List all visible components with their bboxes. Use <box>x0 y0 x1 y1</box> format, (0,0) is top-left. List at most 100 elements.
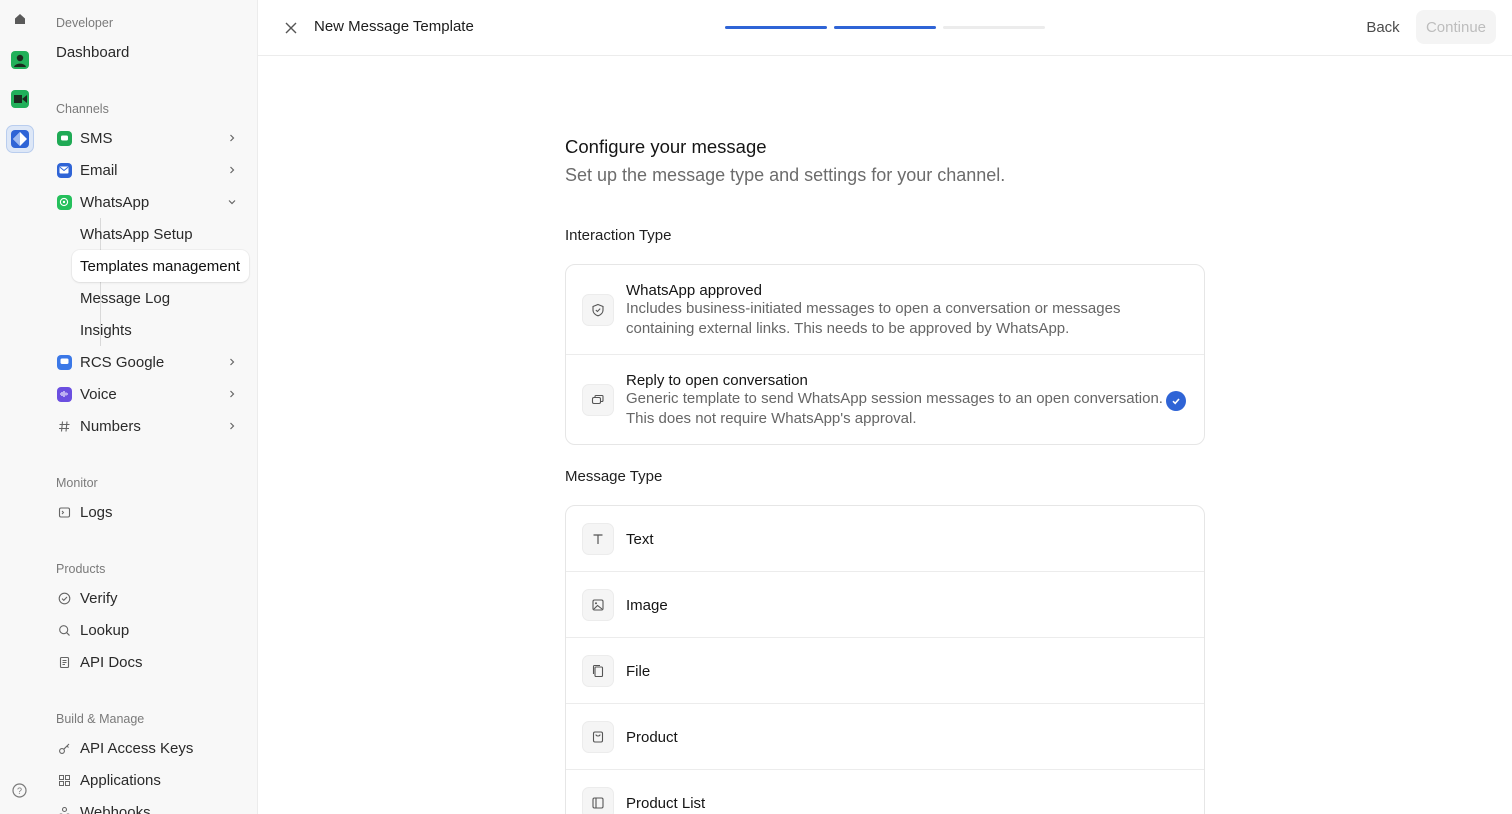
message-type-file[interactable]: File <box>566 638 1204 704</box>
close-icon[interactable] <box>280 17 302 39</box>
page-title: New Message Template <box>314 18 474 35</box>
progress-step-3 <box>943 26 1045 29</box>
video-app-icon[interactable] <box>6 85 34 113</box>
sidebar-item-dashboard[interactable]: Dashboard <box>48 36 249 68</box>
section-label-channels: Channels <box>56 102 109 116</box>
sidebar-item-label: Insights <box>80 321 132 339</box>
search-icon <box>56 622 72 638</box>
page-subheading: Set up the message type and settings for… <box>565 165 1006 185</box>
progress-step-2 <box>834 26 936 29</box>
svg-text:?: ? <box>17 786 22 796</box>
verify-icon <box>56 590 72 606</box>
interaction-type-card: WhatsApp approved Includes business-init… <box>565 264 1205 445</box>
shield-check-icon <box>582 294 614 326</box>
message-type-text[interactable]: Text <box>566 506 1204 572</box>
option-title: File <box>626 663 651 680</box>
back-button[interactable]: Back <box>1354 10 1412 44</box>
file-icon <box>582 655 614 687</box>
option-title: Image <box>626 597 668 614</box>
sidebar-item-logs[interactable]: Logs <box>48 496 249 528</box>
option-title: Product <box>626 729 678 746</box>
message-type-image[interactable]: Image <box>566 572 1204 638</box>
sidebar-item-label: SMS <box>80 129 113 147</box>
text-icon <box>582 523 614 555</box>
option-title: Text <box>626 531 654 548</box>
sidebar-item-label: API Access Keys <box>80 739 194 757</box>
home-icon[interactable] <box>6 5 34 33</box>
message-type-product[interactable]: Product <box>566 704 1204 770</box>
platform-app-icon[interactable] <box>6 125 34 153</box>
app-rail: ? <box>0 0 40 814</box>
grid-icon <box>56 772 72 788</box>
key-icon <box>56 740 72 756</box>
option-title: Reply to open conversation <box>626 372 808 389</box>
logs-icon <box>56 504 72 520</box>
sidebar-item-label: RCS Google <box>80 353 165 371</box>
interaction-type-label: Interaction Type <box>565 227 672 244</box>
sidebar-item-webhooks[interactable]: Webhooks <box>48 796 249 814</box>
sidebar-item-label: Numbers <box>80 417 141 435</box>
sidebar-subitem-message-log[interactable]: Message Log <box>72 282 249 314</box>
sidebar-subitem-insights[interactable]: Insights <box>72 314 249 346</box>
sidebar: Developer Dashboard Channels SMS Email W… <box>40 0 258 814</box>
app-window: ? Developer Dashboard Channels SMS Email… <box>0 0 1512 814</box>
message-type-label: Message Type <box>565 468 663 485</box>
image-icon <box>582 589 614 621</box>
sidebar-item-api-docs[interactable]: API Docs <box>48 646 249 678</box>
option-description: Generic template to send WhatsApp sessio… <box>626 390 1163 427</box>
sidebar-item-label: WhatsApp Setup <box>80 225 193 243</box>
sidebar-item-label: Dashboard <box>56 43 130 61</box>
sidebar-item-label: Applications <box>80 771 161 789</box>
selected-check-icon <box>1166 391 1186 411</box>
chevron-down-icon <box>225 195 239 209</box>
chevron-right-icon <box>225 163 239 177</box>
section-label-products: Products <box>56 562 106 576</box>
sidebar-subitem-templates-management[interactable]: Templates management <box>72 250 249 282</box>
message-type-card: Text Image File Product Product List <box>565 505 1205 814</box>
option-description: Includes business-initiated messages to … <box>626 300 1121 337</box>
hash-icon <box>56 418 72 434</box>
sidebar-item-voice[interactable]: Voice <box>48 378 249 410</box>
option-whatsapp-approved[interactable]: WhatsApp approved Includes business-init… <box>566 265 1204 355</box>
sidebar-item-verify[interactable]: Verify <box>48 582 249 614</box>
sidebar-subitem-whatsapp-setup[interactable]: WhatsApp Setup <box>72 218 249 250</box>
sms-icon <box>56 130 72 146</box>
sidebar-item-label: Email <box>80 161 118 179</box>
option-reply-open-conversation[interactable]: Reply to open conversation Generic templ… <box>566 355 1204 444</box>
product-list-icon <box>582 787 614 814</box>
sidebar-item-email[interactable]: Email <box>48 154 249 186</box>
sidebar-item-label: WhatsApp <box>80 193 150 211</box>
sidebar-item-numbers[interactable]: Numbers <box>48 410 249 442</box>
voice-icon <box>56 386 72 402</box>
wizard-header: New Message Template Back Continue <box>258 0 1512 56</box>
email-icon <box>56 162 72 178</box>
sidebar-item-label: Lookup <box>80 621 130 639</box>
contacts-app-icon[interactable] <box>6 46 34 74</box>
chevron-right-icon <box>225 131 239 145</box>
help-icon[interactable]: ? <box>11 782 28 799</box>
option-title: Product List <box>626 795 706 812</box>
sidebar-item-label: Webhooks <box>80 803 151 814</box>
sidebar-item-lookup[interactable]: Lookup <box>48 614 249 646</box>
section-label-build-manage: Build & Manage <box>56 712 145 726</box>
sidebar-item-whatsapp[interactable]: WhatsApp <box>48 186 249 218</box>
section-label-monitor: Monitor <box>56 476 98 490</box>
sidebar-item-label: Message Log <box>80 289 171 307</box>
sidebar-item-api-access-keys[interactable]: API Access Keys <box>48 732 249 764</box>
chevron-right-icon <box>225 387 239 401</box>
message-type-product-list[interactable]: Product List <box>566 770 1204 814</box>
option-title: WhatsApp approved <box>626 282 762 299</box>
sidebar-item-rcs-google[interactable]: RCS Google <box>48 346 249 378</box>
sidebar-item-applications[interactable]: Applications <box>48 764 249 796</box>
continue-button[interactable]: Continue <box>1416 10 1496 44</box>
sidebar-item-label: Verify <box>80 589 118 607</box>
chevron-right-icon <box>225 355 239 369</box>
sidebar-item-label: API Docs <box>80 653 143 671</box>
sidebar-item-sms[interactable]: SMS <box>48 122 249 154</box>
document-icon <box>56 654 72 670</box>
progress-step-1 <box>725 26 827 29</box>
chat-bubbles-icon <box>582 384 614 416</box>
whatsapp-icon <box>56 194 72 210</box>
sidebar-item-label: Logs <box>80 503 113 521</box>
sidebar-item-label: Voice <box>80 385 117 403</box>
